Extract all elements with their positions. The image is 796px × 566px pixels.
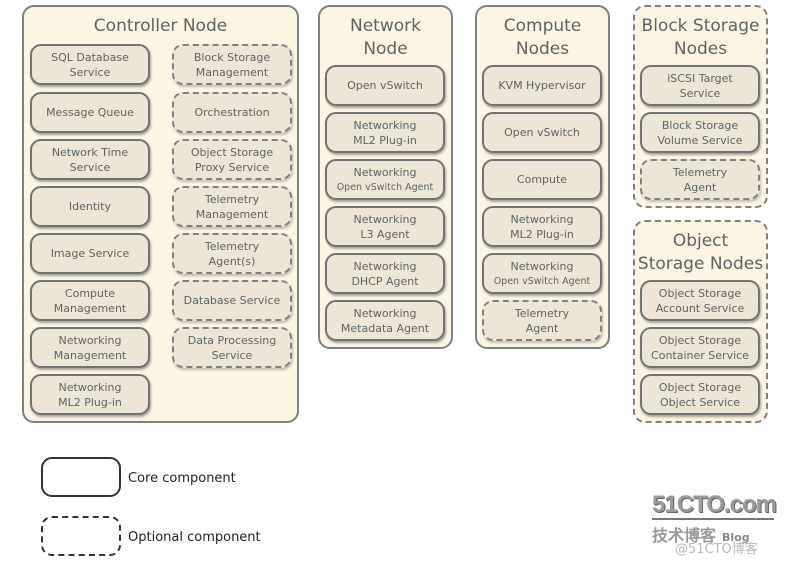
component-orchestration: Orchestration	[172, 92, 292, 133]
legend-core-label: Core component	[128, 471, 236, 486]
object-storage-nodes-title: Object Storage Nodes	[637, 231, 764, 274]
watermark: 51CTO.com 技术博客 Blog @51CTO博客	[652, 491, 796, 557]
component-networking-ovs-agent: Networking Open vSwitch Agent	[482, 253, 602, 294]
component-message-queue: Message Queue	[30, 92, 150, 133]
component-object-storage-account-service: Object Storage Account Service	[640, 280, 760, 321]
component-iscsi-target-service: iSCSI Target Service	[640, 65, 760, 106]
component-networking-management: Networking Management	[30, 327, 150, 368]
component-networking-ml2-plugin: Networking ML2 Plug-in	[30, 374, 150, 415]
legend-optional-label: Optional component	[128, 530, 261, 545]
component-networking-l3-agent: Networking L3 Agent	[325, 206, 445, 247]
component-data-processing-service: Data Processing Service	[172, 327, 292, 368]
component-telemetry-agents: Telemetry Agent(s)	[172, 233, 292, 274]
component-kvm-hypervisor: KVM Hypervisor	[482, 65, 602, 106]
component-open-vswitch: Open vSwitch	[325, 65, 445, 106]
component-sublabel: Open vSwitch Agent	[336, 181, 434, 193]
watermark-site: 51CTO.com	[652, 491, 777, 520]
component-compute-management: Compute Management	[30, 280, 150, 321]
component-networking-ml2-plugin: Networking ML2 Plug-in	[325, 112, 445, 153]
component-open-vswitch: Open vSwitch	[482, 112, 602, 153]
compute-nodes: Compute Nodes KVM Hypervisor Open vSwitc…	[475, 5, 610, 349]
object-storage-nodes: Object Storage Nodes Object Storage Acco…	[633, 220, 768, 423]
network-node: Network Node Open vSwitch Networking ML2…	[318, 5, 453, 349]
legend-optional-swatch	[41, 516, 121, 556]
component-telemetry-management: Telemetry Management	[172, 186, 292, 227]
component-object-storage-proxy-service: Object Storage Proxy Service	[172, 139, 292, 180]
component-networking-dhcp-agent: Networking DHCP Agent	[325, 253, 445, 294]
component-networking-metadata-agent: Networking Metadata Agent	[325, 300, 445, 341]
component-object-storage-object-service: Object Storage Object Service	[640, 374, 760, 415]
component-label: Networking	[510, 259, 574, 273]
component-networking-ml2-plugin: Networking ML2 Plug-in	[482, 206, 602, 247]
network-node-title: Network Node	[350, 16, 421, 59]
component-telemetry-agent: Telemetry Agent	[640, 159, 760, 200]
component-compute: Compute	[482, 159, 602, 200]
component-block-storage-volume-service: Block Storage Volume Service	[640, 112, 760, 153]
component-telemetry-agent: Telemetry Agent	[482, 300, 602, 341]
controller-node: Controller Node SQL Database Service Mes…	[22, 5, 299, 423]
component-block-storage-management: Block Storage Management	[172, 44, 292, 85]
component-network-time-service: Network Time Service	[30, 139, 150, 180]
watermark-handle: @51CTO博客	[675, 542, 758, 557]
controller-node-title: Controller Node	[93, 16, 228, 36]
block-storage-nodes-title: Block Storage Nodes	[641, 16, 760, 59]
component-networking-ovs-agent: Networking Open vSwitch Agent	[325, 159, 445, 200]
compute-nodes-title: Compute Nodes	[503, 16, 582, 59]
component-database-service: Database Service	[172, 280, 292, 321]
component-object-storage-container-service: Object Storage Container Service	[640, 327, 760, 368]
component-image-service: Image Service	[30, 233, 150, 274]
component-sublabel: Open vSwitch Agent	[493, 275, 591, 287]
component-sql-database-service: SQL Database Service	[30, 44, 150, 85]
block-storage-nodes: Block Storage Nodes iSCSI Target Service…	[633, 5, 768, 208]
legend-core-swatch	[41, 457, 121, 497]
component-label: Networking	[353, 165, 417, 179]
component-identity: Identity	[30, 186, 150, 227]
